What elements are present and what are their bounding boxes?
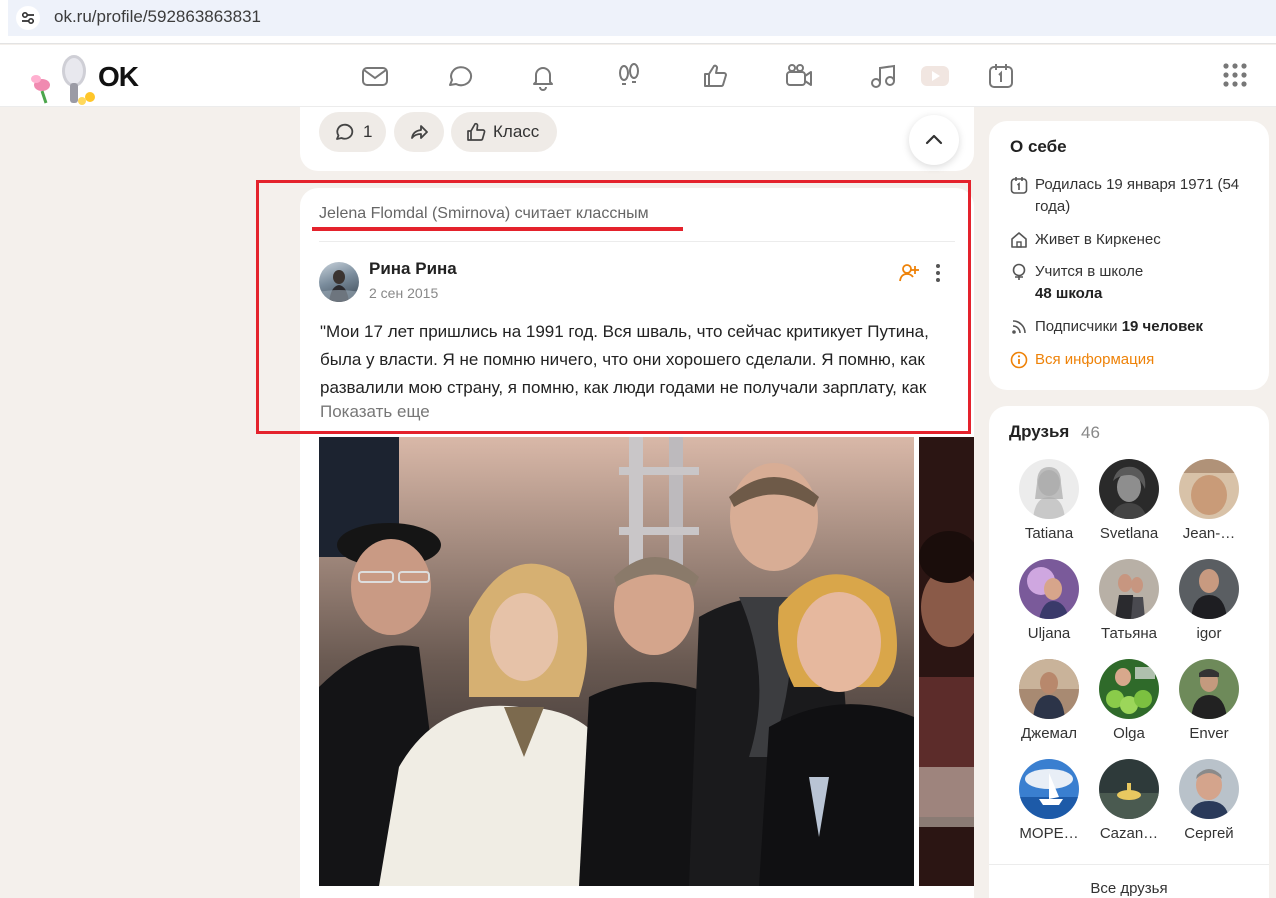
friend-name: МОРЕ… — [1019, 825, 1079, 842]
mail-icon[interactable] — [360, 61, 390, 91]
friend-avatar — [1179, 559, 1239, 619]
class-button[interactable]: Класс — [451, 112, 557, 152]
about-lives-row: Живет в Киркенес — [1010, 229, 1260, 251]
friend-name: Джемал — [1021, 725, 1077, 742]
friend-name: Svetlana — [1099, 525, 1159, 542]
ok-logo[interactable]: OK — [28, 49, 148, 105]
friend-item[interactable]: Tatiana — [1009, 459, 1089, 555]
about-title: О себе — [1010, 137, 1067, 156]
about-panel: О себе Родилась 19 января 1971 (54 года)… — [989, 121, 1269, 390]
share-button[interactable] — [394, 112, 444, 152]
about-born-row: Родилась 19 января 1971 (54 года) — [1010, 174, 1260, 220]
subscribers-value: 19 человек — [1121, 318, 1203, 335]
calendar-icon[interactable] — [986, 61, 1016, 91]
friend-avatar — [1099, 459, 1159, 519]
about-born: Родилась 19 января 1971 (54 года) — [1035, 176, 1240, 215]
friend-name: Uljana — [1027, 625, 1071, 642]
friend-item[interactable]: МОРЕ… — [1009, 759, 1089, 855]
friend-name: Olga — [1113, 725, 1145, 742]
friend-avatar — [1179, 459, 1239, 519]
scroll-up-button[interactable] — [909, 115, 959, 165]
friend-name: Tatiana — [1024, 525, 1074, 542]
friend-item[interactable]: Джемал — [1009, 659, 1089, 755]
friend-item[interactable]: Uljana — [1009, 559, 1089, 655]
apps-grid-icon[interactable] — [1222, 62, 1248, 88]
thumb-up-icon — [467, 122, 486, 141]
all-info-label: Вся информация — [1035, 351, 1155, 368]
video-camera-icon[interactable] — [784, 61, 814, 91]
calendar-icon — [1010, 176, 1028, 194]
friends-panel: Друзья 46 Tatiana Svetlana Jean-… Uljana… — [989, 406, 1269, 898]
globe-school-icon — [1010, 263, 1028, 281]
about-school-row: Учится в школе 48 школа — [1010, 261, 1260, 307]
friend-name: Cazan… — [1099, 825, 1159, 842]
video-play-icon[interactable] — [920, 61, 950, 91]
friend-name: Enver — [1189, 725, 1229, 742]
post-photo[interactable] — [319, 437, 914, 886]
friend-avatar — [1019, 459, 1079, 519]
home-icon — [1010, 231, 1028, 249]
info-icon — [1010, 351, 1028, 369]
friend-avatar — [1019, 559, 1079, 619]
friend-item[interactable]: Татьяна — [1089, 559, 1169, 655]
friends-count: 46 — [1081, 423, 1100, 442]
chat-icon[interactable] — [444, 61, 474, 91]
friend-name: Jean-… — [1182, 525, 1236, 542]
friend-avatar — [1179, 759, 1239, 819]
divider — [989, 864, 1269, 865]
logo-text: OK — [98, 61, 139, 92]
all-friends-link[interactable]: Все друзья — [989, 880, 1269, 897]
subscribers-label: Подписчики — [1035, 318, 1118, 335]
ok-top-bar: OK — [0, 45, 1276, 107]
comments-button[interactable]: 1 — [319, 112, 386, 152]
like-thumb-icon[interactable] — [700, 61, 730, 91]
friend-item[interactable]: Enver — [1169, 659, 1249, 755]
friend-avatar — [1019, 759, 1079, 819]
post-photo-next[interactable] — [919, 437, 974, 886]
friend-item[interactable]: Svetlana — [1089, 459, 1169, 555]
rss-icon — [1010, 318, 1028, 336]
highlight-frame — [256, 180, 971, 434]
friend-item[interactable]: Cazan… — [1089, 759, 1169, 855]
spring-flowers-logo-decoration — [31, 55, 95, 105]
about-subscribers-row[interactable]: Подписчики 19 человек — [1010, 316, 1260, 338]
about-lives[interactable]: Живет в Киркенес — [1035, 229, 1265, 251]
friend-name: igor — [1196, 625, 1222, 642]
friend-name: Сергей — [1184, 825, 1234, 842]
friend-item[interactable]: Jean-… — [1169, 459, 1249, 555]
guests-footprints-icon[interactable] — [614, 61, 644, 91]
site-settings-icon[interactable] — [14, 6, 42, 30]
about-school-label: Учится в школе — [1035, 263, 1144, 280]
friend-item[interactable]: igor — [1169, 559, 1249, 655]
bell-icon[interactable] — [528, 61, 558, 91]
friend-avatar — [1099, 659, 1159, 719]
friend-item[interactable]: Сергей — [1169, 759, 1249, 855]
music-note-icon[interactable] — [868, 61, 898, 91]
friend-avatar — [1179, 659, 1239, 719]
friend-avatar — [1099, 559, 1159, 619]
comments-count: 1 — [363, 122, 373, 141]
class-label: Класс — [493, 122, 540, 141]
url-text[interactable]: ok.ru/profile/592863863831 — [54, 7, 261, 27]
browser-address-bar: ok.ru/profile/592863863831 — [0, 0, 1276, 44]
friend-name: Татьяна — [1101, 625, 1157, 642]
comment-icon — [336, 123, 354, 140]
share-arrow-icon — [411, 125, 428, 139]
friend-avatar — [1099, 759, 1159, 819]
friend-avatar — [1019, 659, 1079, 719]
previous-post-actions: 1 Класс — [300, 107, 974, 171]
friends-title[interactable]: Друзья — [1009, 422, 1069, 442]
friend-item[interactable]: Olga — [1089, 659, 1169, 755]
all-info-link[interactable]: Вся информация — [1010, 349, 1260, 371]
chevron-up-icon — [925, 134, 943, 145]
about-school-name[interactable]: 48 школа — [1035, 285, 1102, 302]
